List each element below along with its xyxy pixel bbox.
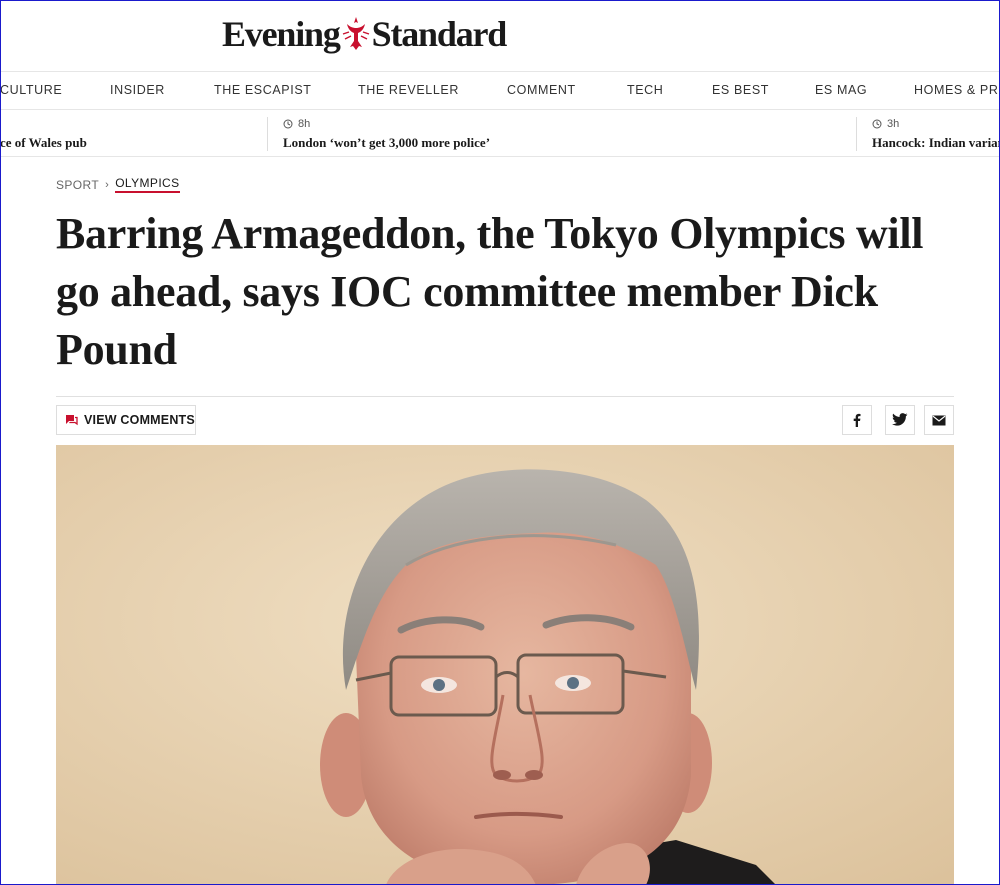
nav-item-es-best[interactable]: ES BEST — [712, 83, 769, 97]
ticker-item[interactable]: ce of Wales pub — [0, 111, 266, 156]
comment-icon — [66, 415, 78, 426]
twitter-share-button[interactable] — [885, 405, 915, 435]
masthead: Evening Standard — [0, 0, 1000, 72]
clock-icon — [283, 119, 293, 129]
twitter-icon — [892, 413, 908, 426]
ticker-time-label: 3h — [887, 118, 900, 130]
nav-item-homes-property[interactable]: HOMES & PRO — [914, 83, 1000, 97]
ticker-time: 8h — [283, 118, 310, 130]
breadcrumb-sport[interactable]: SPORT — [56, 178, 99, 192]
nav-item-culture[interactable]: CULTURE — [0, 83, 62, 97]
clock-icon — [872, 119, 882, 129]
news-ticker: ce of Wales pub 8h London ‘won’t get 3,0… — [0, 111, 1000, 157]
ticker-headline[interactable]: London ‘won’t get 3,000 more police’ — [283, 135, 490, 151]
ticker-item[interactable]: 3h Hancock: Indian varian — [872, 111, 1000, 156]
email-icon — [932, 415, 946, 425]
ticker-time-label: 8h — [298, 118, 311, 130]
ticker-divider — [267, 117, 268, 151]
nav-item-insider[interactable]: INSIDER — [110, 83, 165, 97]
nav-item-the-reveller[interactable]: THE REVELLER — [358, 83, 459, 97]
logo-standard: Standard — [371, 14, 508, 54]
portrait-illustration — [56, 445, 954, 885]
nav-item-comment[interactable]: COMMENT — [507, 83, 576, 97]
facebook-icon — [853, 413, 861, 427]
nav-item-es-mag[interactable]: ES MAG — [815, 83, 867, 97]
ticker-headline[interactable]: Hancock: Indian varian — [872, 135, 1000, 151]
eagle-crest-icon — [342, 17, 369, 50]
logo-evening: Evening — [222, 14, 341, 54]
view-comments-button[interactable]: VIEW COMMENTS — [56, 405, 196, 435]
ticker-divider — [856, 117, 857, 151]
nav-item-tech[interactable]: TECH — [627, 83, 663, 97]
nav-item-the-escapist[interactable]: THE ESCAPIST — [214, 83, 312, 97]
ticker-time: 3h — [872, 118, 899, 130]
view-comments-label: VIEW COMMENTS — [84, 413, 195, 427]
email-share-button[interactable] — [924, 405, 954, 435]
chevron-right-icon: › — [105, 178, 110, 191]
facebook-share-button[interactable] — [842, 405, 872, 435]
article-title: Barring Armageddon, the Tokyo Olympics w… — [56, 209, 924, 374]
hero-image — [56, 445, 954, 885]
ticker-headline[interactable]: ce of Wales pub — [0, 135, 87, 151]
breadcrumb: SPORT › OLYMPICS — [56, 176, 180, 193]
ticker-item[interactable]: 8h London ‘won’t get 3,000 more police’ — [283, 111, 853, 156]
divider — [56, 396, 954, 397]
site-logo[interactable]: Evening Standard — [222, 12, 508, 56]
section-nav: CULTURE INSIDER THE ESCAPIST THE REVELLE… — [0, 72, 1000, 110]
breadcrumb-olympics[interactable]: OLYMPICS — [115, 176, 180, 193]
